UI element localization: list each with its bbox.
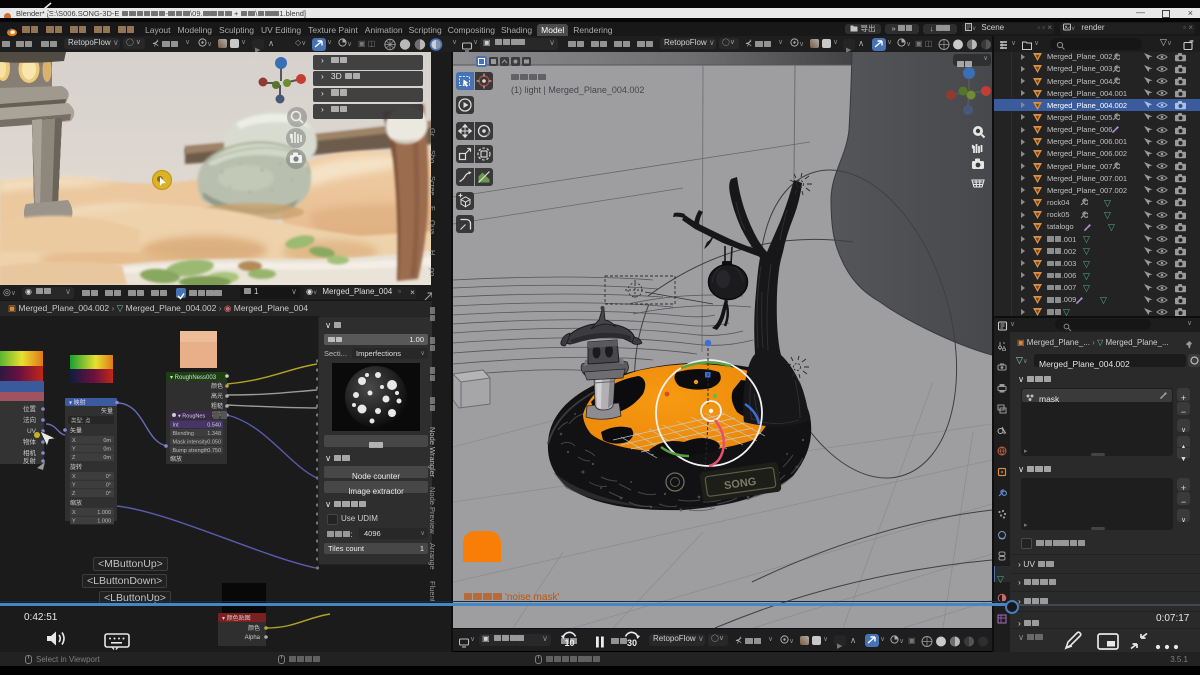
svg-text:相机: 相机 bbox=[23, 448, 37, 457]
svg-text:0m: 0m bbox=[103, 438, 111, 444]
svg-text:1.348: 1.348 bbox=[207, 431, 221, 437]
svg-text:0°: 0° bbox=[106, 491, 111, 497]
svg-text:Mask intensity: Mask intensity bbox=[173, 440, 208, 446]
svg-text:Y: Y bbox=[72, 447, 76, 453]
svg-text:反射: 反射 bbox=[23, 456, 37, 465]
svg-text:0.050: 0.050 bbox=[207, 440, 221, 446]
svg-text:Y: Y bbox=[72, 483, 76, 489]
svg-text:物体: 物体 bbox=[23, 437, 37, 446]
svg-text:▾ 颜色贴图: ▾ 颜色贴图 bbox=[222, 614, 251, 622]
svg-text:X: X bbox=[72, 438, 76, 444]
svg-text:Y: Y bbox=[72, 519, 76, 525]
svg-text:缩放: 缩放 bbox=[70, 499, 82, 507]
svg-text:0°: 0° bbox=[106, 474, 111, 480]
svg-text:1.000: 1.000 bbox=[97, 510, 111, 516]
svg-text:缩放: 缩放 bbox=[170, 455, 182, 463]
svg-text:10: 10 bbox=[564, 638, 574, 648]
svg-text:0.750: 0.750 bbox=[207, 448, 221, 454]
svg-text:0m: 0m bbox=[103, 455, 111, 461]
svg-text:▾ RoughNess003: ▾ RoughNess003 bbox=[170, 375, 217, 381]
svg-text:颜色: 颜色 bbox=[248, 624, 260, 632]
svg-text:位置: 位置 bbox=[23, 404, 37, 413]
svg-text:Int: Int bbox=[173, 423, 180, 429]
svg-text:30: 30 bbox=[627, 638, 637, 648]
svg-text:高光: 高光 bbox=[211, 392, 223, 400]
svg-text:类型: 点: 类型: 点 bbox=[71, 417, 91, 425]
svg-text:X: X bbox=[72, 510, 76, 516]
svg-text:矢量: 矢量 bbox=[101, 407, 113, 415]
svg-text:▾ RougNes: ▾ RougNes bbox=[178, 414, 205, 420]
svg-text:1.000: 1.000 bbox=[97, 519, 111, 525]
svg-text:法向: 法向 bbox=[23, 415, 36, 424]
svg-text:矢量: 矢量 bbox=[70, 427, 82, 435]
svg-text:旋转: 旋转 bbox=[70, 463, 82, 471]
svg-text:颜色: 颜色 bbox=[211, 382, 223, 390]
svg-text:Alpha: Alpha bbox=[245, 635, 261, 641]
svg-text:0m: 0m bbox=[103, 447, 111, 453]
svg-text:X: X bbox=[72, 474, 76, 480]
svg-text:Bump strength: Bump strength bbox=[173, 448, 209, 454]
svg-text:0°: 0° bbox=[106, 483, 111, 489]
svg-text:粗糙: 粗糙 bbox=[211, 402, 223, 410]
svg-text:▾ 映射: ▾ 映射 bbox=[69, 399, 86, 407]
svg-text:Blending: Blending bbox=[173, 431, 194, 437]
svg-text:0.540: 0.540 bbox=[207, 423, 221, 429]
